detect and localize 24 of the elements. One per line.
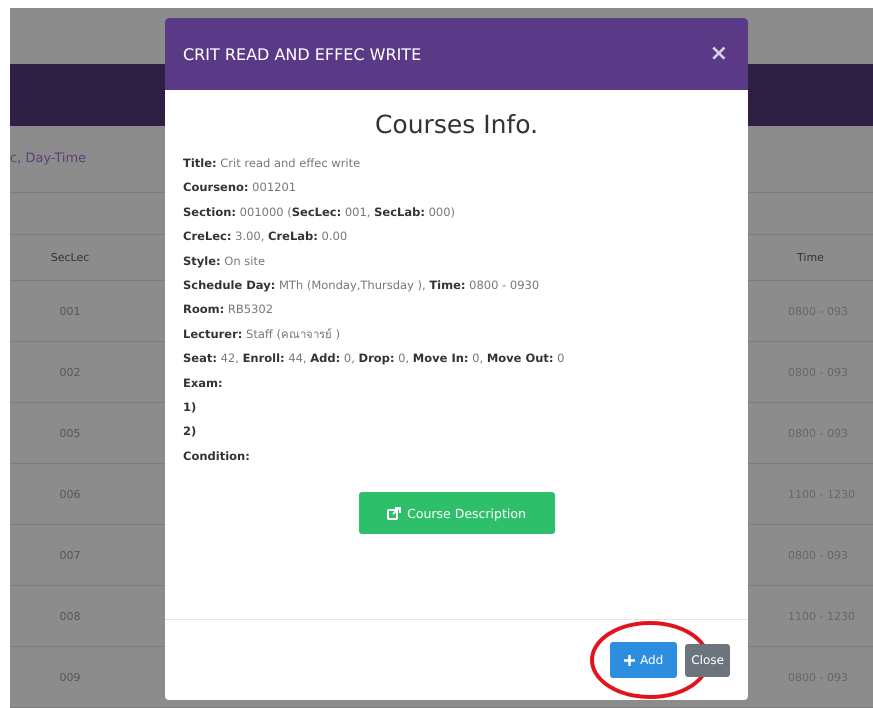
modal-heading: Courses Info. [374,110,540,139]
column-header: Time [797,251,824,264]
modal-title: CRIT READ AND EFFEC WRITE [183,44,422,64]
add-button[interactable]: Add [610,642,678,678]
info-line: 2) [183,423,198,440]
info-line: Exam: [183,374,224,392]
info-line: 1) [183,398,198,416]
info-line: CreLec: 3.00, CreLab: 0.00 [183,228,348,246]
filter-label: c, Day-Time [10,151,86,166]
plus-icon [624,654,636,666]
info-line: Schedule Day: MTh (Monday,Thursday ), Time: 0800 - 0930 [183,276,540,294]
course-description-button[interactable]: Course Description [358,492,554,534]
info-line: Lecturer: Staff (คณาจารย์ ) [183,326,342,343]
close-button[interactable]: Close [685,644,730,676]
external-link-icon [387,506,402,520]
info-line: Section: 001000 (SecLec: 001, SecLab: 000) [183,204,456,221]
info-line: Condition: [183,448,251,465]
close-button[interactable]: × [708,43,730,65]
info-line: Seat: 42, Enroll: 44, Add: 0, Drop: 0, Move In: 0, Move Out: 0 [183,350,566,368]
info-line: Room: RB5302 [183,301,274,318]
info-line: Title: Crit read and effec write [183,155,362,172]
info-line: Courseno: 001201 [183,179,298,196]
info-line: Style: On site [183,252,266,270]
column-header: SecLec [50,251,90,264]
